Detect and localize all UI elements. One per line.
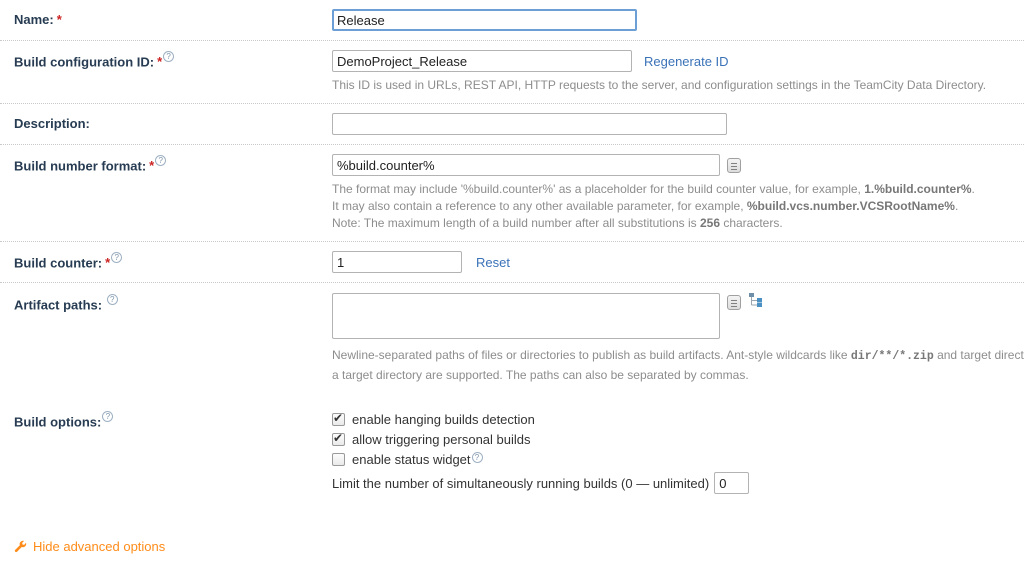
build-config-id-help: This ID is used in URLs, REST API, HTTP … [332,77,1024,94]
build-number-format-help: The format may include '%build.counter%'… [332,181,1024,232]
personal-builds-label[interactable]: allow triggering personal builds [352,430,531,449]
reset-counter-link[interactable]: Reset [476,255,510,270]
form-row-artifact-paths: Artifact paths: ? Newline-separated path… [0,283,1024,394]
build-config-id-input[interactable] [332,50,632,72]
build-counter-input[interactable] [332,251,462,273]
artifact-paths-label: Artifact paths: ? [0,293,332,312]
advanced-options-toggle[interactable]: Hide advanced options [14,539,1024,554]
build-counter-label: Build counter:*? [0,251,332,270]
description-label-text: Description: [14,116,90,131]
build-config-id-label-text: Build configuration ID: [14,54,154,69]
option-status-widget: enable status widget ? [332,450,1024,469]
help-line: Note: The maximum length of a build numb… [332,215,1024,232]
help-icon[interactable]: ? [102,411,113,422]
description-label: Description: [0,113,332,131]
status-widget-label[interactable]: enable status widget [352,450,471,469]
required-asterisk: * [157,54,162,69]
status-widget-checkbox[interactable] [332,453,345,466]
limit-running-builds-input[interactable] [714,472,749,494]
help-line: a target directory are supported. The pa… [332,366,1024,385]
parameters-list-icon[interactable] [727,158,741,173]
build-options-label: Build options:? [0,410,332,429]
build-number-format-label-text: Build number format: [14,158,146,173]
build-number-format-input[interactable] [332,154,720,176]
help-icon[interactable]: ? [107,294,118,305]
required-asterisk: * [105,255,110,270]
limit-running-builds-label: Limit the number of simultaneously runni… [332,476,709,491]
artifact-paths-textarea[interactable] [332,293,720,339]
form-row-build-config-id: Build configuration ID:*? Regenerate ID … [0,41,1024,104]
hide-advanced-options-link[interactable]: Hide advanced options [33,539,165,554]
form-row-build-counter: Build counter:*? Reset [0,242,1024,283]
personal-builds-checkbox[interactable] [332,433,345,446]
form-row-build-number-format: Build number format:*? The format may in… [0,145,1024,242]
option-hanging-builds: enable hanging builds detection [332,410,1024,429]
help-icon[interactable]: ? [472,452,483,463]
artifact-tree-icon[interactable] [749,293,763,310]
help-icon[interactable]: ? [111,252,122,263]
option-personal-builds: allow triggering personal builds [332,430,1024,449]
parameters-list-icon[interactable] [727,295,741,310]
limit-running-builds: Limit the number of simultaneously runni… [332,472,1024,494]
build-config-id-label: Build configuration ID:*? [0,50,332,69]
help-line: Newline-separated paths of files or dire… [332,346,1024,366]
help-line: It may also contain a reference to any o… [332,198,1024,215]
build-options-label-text: Build options: [14,414,101,429]
regenerate-id-link[interactable]: Regenerate ID [644,54,729,69]
help-line: The format may include '%build.counter%'… [332,181,1024,198]
build-configuration-form: Name:* Build configuration ID:*? Regener… [0,0,1024,573]
build-number-format-label: Build number format:*? [0,154,332,173]
hanging-builds-label[interactable]: enable hanging builds detection [352,410,535,429]
form-row-build-options: Build options:? enable hanging builds de… [0,394,1024,503]
artifact-paths-help: Newline-separated paths of files or dire… [332,346,1024,385]
help-icon[interactable]: ? [155,155,166,166]
name-input[interactable] [332,9,637,31]
required-asterisk: * [57,12,62,27]
artifact-paths-label-text: Artifact paths: [14,297,102,312]
name-label-text: Name: [14,12,54,27]
name-label: Name:* [0,9,332,27]
form-row-description: Description: [0,104,1024,145]
description-input[interactable] [332,113,727,135]
wrench-icon [14,540,27,553]
form-row-name: Name:* [0,0,1024,41]
build-counter-label-text: Build counter: [14,255,102,270]
hanging-builds-checkbox[interactable] [332,413,345,426]
help-icon[interactable]: ? [163,51,174,62]
required-asterisk: * [149,158,154,173]
